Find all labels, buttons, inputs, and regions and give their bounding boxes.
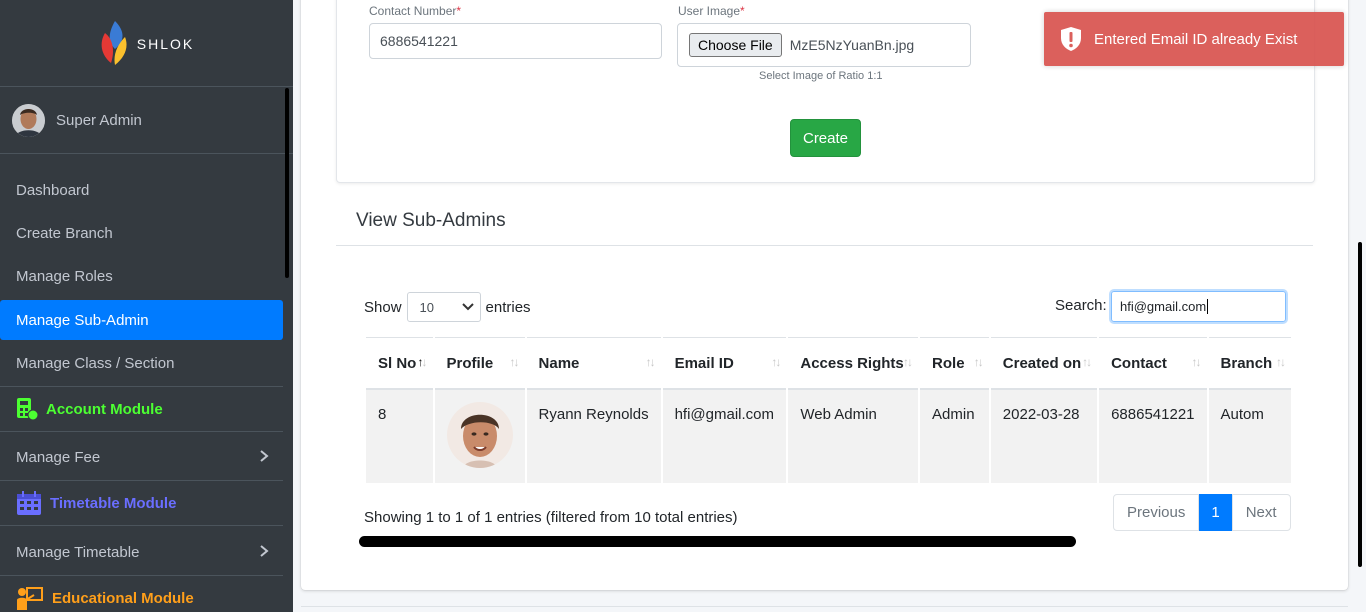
sub-admin-table: Sl No ↑↓ Profile ↑↓ Name ↑↓ Email ID ↑↓ Acce… — [364, 337, 1293, 483]
timetable-module-label: Timetable Module — [50, 494, 177, 512]
column-header-branch[interactable]: Branch ↑↓ — [1208, 337, 1291, 390]
page-1-button[interactable]: 1 — [1199, 494, 1232, 531]
column-header-role[interactable]: Role ↑↓ — [920, 337, 989, 390]
page-length-select[interactable]: 10 — [406, 292, 481, 322]
teacher-board-icon — [17, 587, 43, 610]
sidebar-item-create-branch[interactable]: Create Branch — [0, 213, 283, 253]
choose-file-button[interactable]: Choose File — [689, 33, 782, 57]
table-row: 8 Ryann Reynolds hfi@gmail.com Web Admin… — [366, 390, 1291, 483]
brand-name: SHLOK — [136, 36, 195, 52]
sort-icon: ↑↓ — [973, 355, 984, 369]
cell-contact: 6886541221 — [1099, 390, 1207, 483]
user-image-file-input[interactable]: Choose File MzE5NzYuanBn.jpg — [677, 23, 971, 67]
sidebar-item-label: Manage Fee — [16, 448, 101, 466]
shield-alert-icon — [1061, 27, 1081, 51]
search-label: Search: — [1055, 297, 1107, 314]
sidebar-item-label: Manage Roles — [16, 267, 113, 285]
divider — [336, 245, 1313, 246]
account-module-label: Account Module — [46, 400, 163, 418]
selected-file-name: MzE5NzYuanBn.jpg — [789, 37, 915, 53]
sort-icon: ↑↓ — [1082, 355, 1092, 369]
column-header-email[interactable]: Email ID ↑↓ — [662, 337, 787, 390]
column-header-contact[interactable]: Contact ↑↓ — [1099, 337, 1207, 390]
table-horizontal-scrollbar[interactable] — [359, 536, 1076, 547]
sidebar: SHLOK Super Admin Dashboard Create Branc… — [0, 0, 293, 612]
create-button[interactable]: Create — [790, 119, 861, 157]
user-panel[interactable]: Super Admin — [0, 87, 293, 154]
contact-number-value: 6886541221 — [380, 33, 458, 49]
sidebar-item-dashboard[interactable]: Dashboard — [0, 170, 283, 210]
previous-page-button[interactable]: Previous — [1113, 494, 1200, 531]
chevron-right-icon — [260, 545, 269, 557]
column-header-sl-no[interactable]: Sl No ↑↓ — [366, 337, 433, 390]
sidebar-item-label: Dashboard — [16, 181, 90, 199]
next-page-button[interactable]: Next — [1231, 494, 1291, 531]
contact-number-label: Contact Number* — [369, 4, 462, 18]
search-value: hfi@gmail.com — [1120, 299, 1207, 314]
chevron-right-icon — [260, 450, 269, 462]
cell-profile — [434, 390, 525, 483]
image-ratio-hint: Select Image of Ratio 1:1 — [759, 70, 883, 82]
cell-name: Ryann Reynolds — [526, 390, 661, 483]
account-module-header: Account Module — [0, 386, 283, 432]
error-toast[interactable]: Entered Email ID already Exist — [1044, 12, 1344, 66]
sort-icon: ↑↓ — [903, 355, 913, 369]
avatar — [12, 103, 45, 137]
sidebar-item-manage-sub-admin[interactable]: Manage Sub-Admin — [0, 300, 283, 340]
cell-access-rights: Web Admin — [788, 390, 919, 483]
sidebar-item-manage-timetable[interactable]: Manage Timetable — [0, 532, 283, 572]
sort-icon: ↑↓ — [1191, 355, 1202, 369]
page-scrollbar[interactable] — [1358, 242, 1362, 567]
page-length-control: Show 10 entries — [364, 291, 531, 323]
sidebar-item-manage-fee[interactable]: Manage Fee — [0, 437, 283, 477]
shlok-logo-icon — [101, 21, 127, 65]
sidebar-item-label: Manage Class / Section — [16, 354, 175, 372]
show-label: Show — [364, 298, 402, 316]
account-module-icon — [17, 398, 38, 421]
sidebar-scrollbar[interactable] — [285, 88, 289, 278]
entries-label: entries — [485, 298, 531, 316]
chevron-down-icon — [461, 303, 474, 311]
sidebar-item-label: Manage Sub-Admin — [16, 311, 149, 329]
educational-module-header: Educational Module — [0, 575, 283, 612]
educational-module-label: Educational Module — [52, 589, 194, 607]
sort-icon: ↑↓ — [645, 355, 656, 369]
sort-icon: ↑↓ — [509, 355, 520, 369]
sort-icon: ↑↓ — [771, 355, 781, 369]
pagination: Previous 1 Next — [1113, 494, 1291, 531]
column-header-name[interactable]: Name ↑↓ — [526, 337, 661, 390]
profile-photo — [446, 402, 513, 468]
column-header-access-rights[interactable]: Access Rights ↑↓ — [788, 337, 919, 390]
timetable-module-header: Timetable Module — [0, 480, 283, 526]
view-sub-admins-title: View Sub-Admins — [356, 210, 506, 231]
cell-created-on: 2022-03-28 — [990, 390, 1098, 483]
page-length-value: 10 — [419, 299, 434, 315]
sidebar-item-label: Create Branch — [16, 224, 113, 242]
column-header-profile[interactable]: Profile ↑↓ — [434, 337, 525, 390]
contact-number-field[interactable]: 6886541221 — [369, 23, 662, 59]
column-header-created-on[interactable]: Created on ↑↓ — [990, 337, 1098, 390]
sidebar-item-manage-roles[interactable]: Manage Roles — [0, 256, 283, 296]
sidebar-item-manage-class-section[interactable]: Manage Class / Section — [0, 343, 283, 383]
calendar-icon — [17, 491, 41, 515]
search-input[interactable]: hfi@gmail.com — [1111, 291, 1286, 322]
brand[interactable]: SHLOK — [0, 0, 293, 87]
sort-icon: ↑↓ — [1276, 355, 1286, 369]
user-name: Super Admin — [56, 111, 142, 129]
divider — [301, 606, 1348, 607]
cell-email: hfi@gmail.com — [662, 390, 787, 483]
sidebar-item-label: Manage Timetable — [16, 543, 140, 561]
table-info: Showing 1 to 1 of 1 entries (filtered fr… — [364, 509, 738, 526]
user-image-label: User Image* — [678, 4, 745, 18]
cell-sl-no: 8 — [366, 390, 433, 483]
cell-role: Admin — [920, 390, 989, 483]
cell-branch: Autom — [1208, 390, 1291, 483]
toast-message: Entered Email ID already Exist — [1094, 30, 1298, 48]
sort-icon: ↑↓ — [417, 355, 428, 369]
